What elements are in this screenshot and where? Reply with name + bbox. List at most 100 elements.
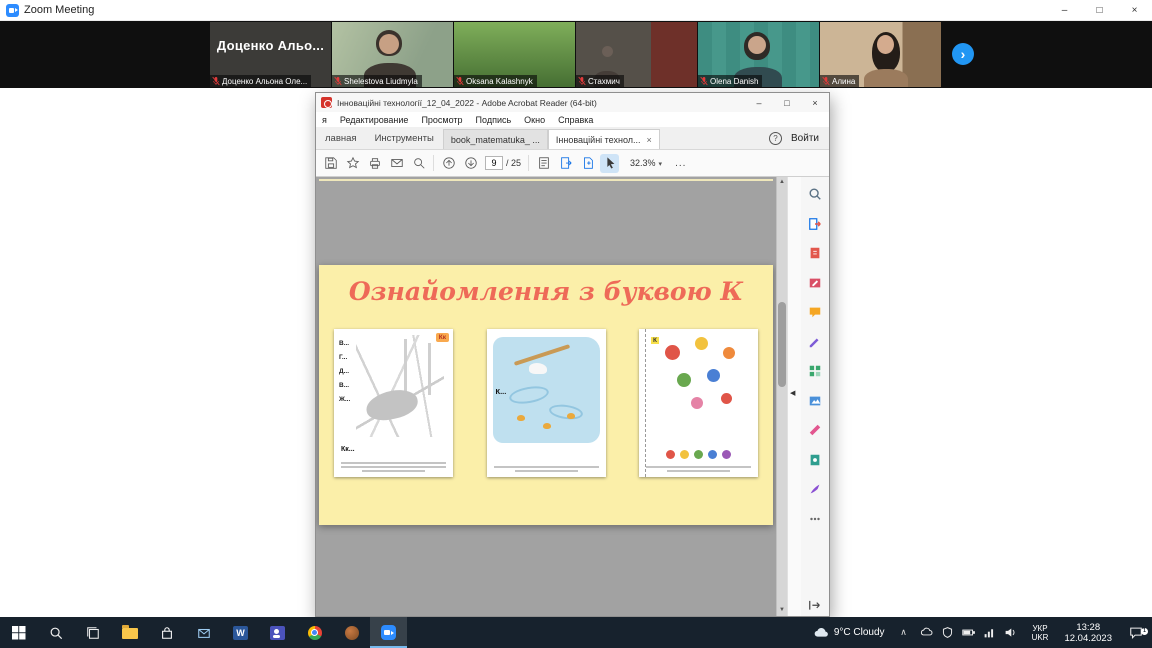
menu-sign[interactable]: Подпись [476,115,512,125]
network-icon[interactable] [983,626,996,639]
clock-time: 13:28 [1064,622,1112,633]
onedrive-icon[interactable] [920,626,933,639]
participant-video-4[interactable]: Стахмич [576,22,697,87]
duck-shape [517,415,525,421]
organize-pages-tool-icon[interactable] [807,363,823,379]
help-icon[interactable] [769,132,782,145]
edit-pdf-tool-icon[interactable] [807,275,823,291]
find-icon[interactable] [409,154,428,173]
menu-help[interactable]: Справка [558,115,593,125]
store-button[interactable] [148,617,185,648]
search-tools-icon[interactable] [807,186,823,202]
protect-tool-icon[interactable] [807,452,823,468]
doc-tab-label: book_matematuka_ ... [451,135,540,145]
minimize-button[interactable] [1047,0,1082,20]
participant-name: Доценко Альона Оле... [222,77,307,86]
comment-tool-icon[interactable] [807,304,823,320]
draw-tool-icon[interactable] [807,481,823,497]
more-tools-icon[interactable] [807,511,823,527]
letter-bottom: Кк... [341,446,355,453]
vertical-scrollbar[interactable] [776,177,787,616]
participant-video-3[interactable]: Oksana Kalashnyk [454,22,575,87]
export-shortcut-icon[interactable] [556,154,575,173]
doc-tab-book[interactable]: book_matematuka_ ... [443,129,548,149]
favorite-star-icon[interactable] [343,154,362,173]
start-button[interactable] [0,617,37,648]
email-icon[interactable] [387,154,406,173]
mail-button[interactable] [185,617,222,648]
more-options-icon[interactable] [675,158,686,169]
letter-circle [708,450,717,459]
action-center-button[interactable]: 1 [1120,626,1152,639]
chrome-button[interactable] [296,617,333,648]
participant-name: Стахмич [588,77,620,86]
task-view-button[interactable] [74,617,111,648]
language-switcher[interactable]: УКР UKR [1024,624,1057,642]
menu-window[interactable]: Окно [524,115,545,125]
acrobat-minimize-button[interactable] [745,93,773,112]
close-button[interactable] [1117,0,1152,20]
clock-widget[interactable]: 13:28 12.04.2023 [1056,622,1120,644]
search-button[interactable] [37,617,74,648]
select-tool-icon[interactable] [600,154,619,173]
acrobat-tabbar: лавная Инструменты book_matematuka_ ... … [316,127,829,150]
scroll-up-icon[interactable] [777,177,787,188]
menu-view[interactable]: Просмотр [421,115,462,125]
menu-file[interactable]: я [322,115,327,125]
text-line [515,470,578,472]
notification-badge: 1 [1141,628,1148,635]
zoom-camera-icon [381,625,396,640]
clown-shape [723,347,735,359]
collapse-panel-icon[interactable] [790,389,795,397]
person-silhouette [877,35,894,54]
weather-widget[interactable]: 9°C Cloudy [804,627,895,638]
zoom-level-dropdown[interactable]: 32.3% [630,158,662,168]
scroll-down-icon[interactable] [777,605,787,616]
tab-close-icon[interactable] [647,135,652,145]
volume-icon[interactable] [1004,626,1017,639]
next-participants-button[interactable] [952,43,974,65]
measure-tool-icon[interactable] [807,422,823,438]
page-number-input[interactable] [485,156,503,170]
letter-item: В... [339,337,350,351]
participant-video-1[interactable]: Доценко Альо... Доценко Альона Оле... [210,22,331,87]
acrobat-close-button[interactable] [801,93,829,112]
create-shortcut-icon[interactable] [578,154,597,173]
tools-rail [801,177,829,616]
tab-tools[interactable]: Инструменты [366,133,443,144]
maximize-button[interactable] [1082,0,1117,20]
create-pdf-tool-icon[interactable] [807,245,823,261]
doc-tab-active[interactable]: Інноваційні технол... [548,129,660,149]
hidden-icons-chevron[interactable] [895,627,913,638]
letter-item: В... [339,379,350,393]
battery-icon[interactable] [962,626,975,639]
acrobat-maximize-button[interactable] [773,93,801,112]
next-page-icon[interactable] [461,154,480,173]
fill-sign-tool-icon[interactable] [807,334,823,350]
tab-home[interactable]: лавная [316,133,366,144]
system-tray [913,626,1024,639]
participant-video-2[interactable]: Shelestova Liudmyla [332,22,453,87]
panel-collapse-strip [787,177,801,616]
scan-ocr-tool-icon[interactable] [807,393,823,409]
security-shield-icon[interactable] [941,626,954,639]
zoom-app-button[interactable] [370,617,407,648]
participant-video-6[interactable]: Алина [820,22,941,87]
firefox-button[interactable] [333,617,370,648]
export-pdf-tool-icon[interactable] [807,216,823,232]
scrollbar-thumb[interactable] [778,302,786,387]
menu-edit[interactable]: Редактирование [340,115,409,125]
open-tools-pane-icon[interactable] [808,597,822,609]
file-explorer-button[interactable] [111,617,148,648]
participant-video-5[interactable]: Olena Danish [698,22,819,87]
save-file-icon[interactable] [321,154,340,173]
word-button[interactable] [222,617,259,648]
muted-mic-icon [456,76,464,86]
zoom-video-strip: Доценко Альо... Доценко Альона Оле... Sh… [0,21,1152,88]
previous-page-icon[interactable] [439,154,458,173]
print-icon[interactable] [365,154,384,173]
sign-in-button[interactable]: Войти [791,133,819,144]
participant-name: Shelestova Liudmyla [344,77,418,86]
page-view-icon[interactable] [534,154,553,173]
teams-button[interactable] [259,617,296,648]
